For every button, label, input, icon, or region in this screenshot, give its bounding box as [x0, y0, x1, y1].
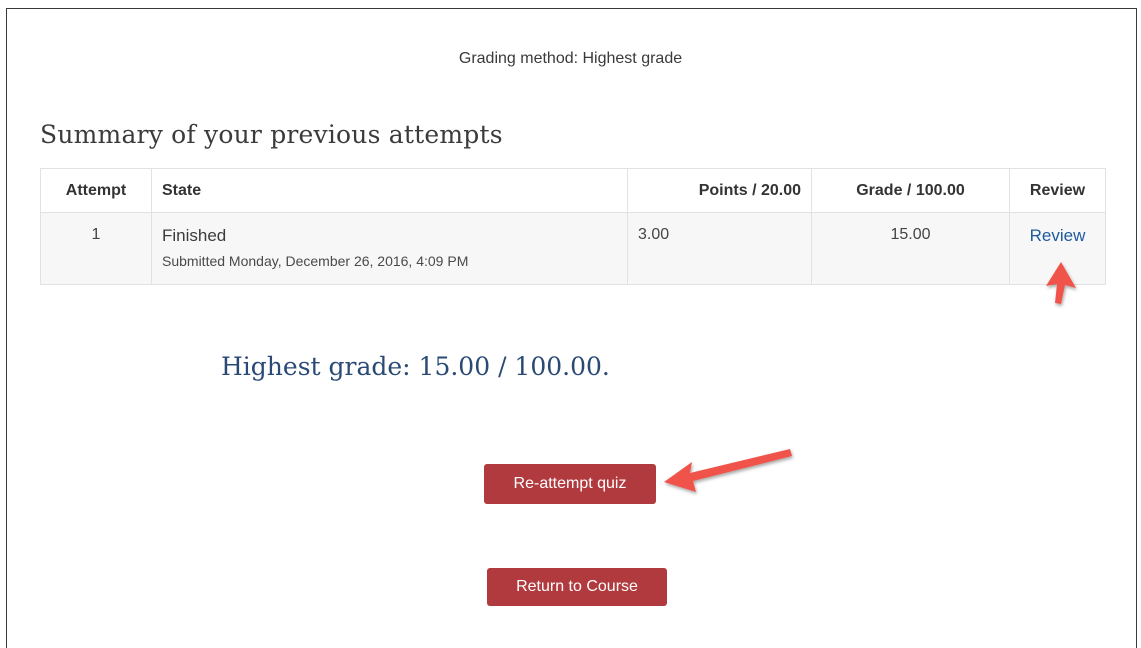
header-attempt: Attempt [40, 168, 152, 213]
header-points: Points / 20.00 [627, 168, 812, 213]
reattempt-quiz-button[interactable]: Re-attempt quiz [484, 464, 656, 504]
return-to-course-button[interactable]: Return to Course [487, 568, 667, 606]
header-grade: Grade / 100.00 [811, 168, 1010, 213]
review-link[interactable]: Review [1030, 226, 1086, 245]
state-finished: Finished [162, 226, 227, 245]
content-frame [6, 8, 1137, 648]
header-state: State [151, 168, 628, 213]
highest-grade-text: Highest grade: 15.00 / 100.00. [221, 352, 610, 381]
header-review: Review [1009, 168, 1106, 213]
submitted-timestamp: Submitted Monday, December 26, 2016, 4:0… [162, 253, 469, 269]
cell-grade: 15.00 [811, 212, 1010, 285]
cell-attempt-number: 1 [40, 212, 152, 285]
table-header-row: Attempt State Points / 20.00 Grade / 100… [40, 168, 1106, 213]
summary-heading: Summary of your previous attempts [40, 120, 503, 149]
table-row: 1 Finished Submitted Monday, December 26… [40, 212, 1106, 285]
cell-points: 3.00 [627, 212, 812, 285]
cell-state: Finished Submitted Monday, December 26, … [151, 212, 628, 285]
arrow-up-icon [1046, 262, 1076, 304]
arrow-left-icon [664, 449, 792, 492]
grading-method-text: Grading method: Highest grade [458, 50, 683, 67]
attempts-table: Attempt State Points / 20.00 Grade / 100… [40, 168, 1106, 285]
